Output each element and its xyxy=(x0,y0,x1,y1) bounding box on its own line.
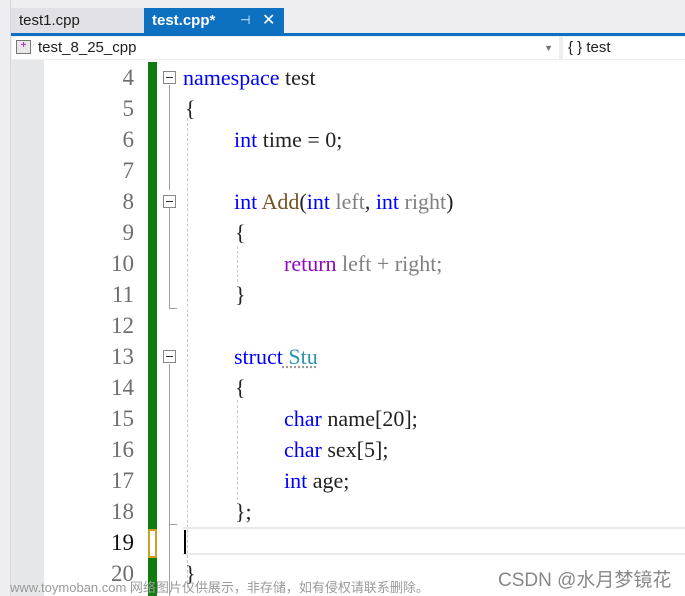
line-number: 17 xyxy=(111,468,134,493)
site-watermark: www.toymoban.com 网络图片仅供展示，非存储，如有侵权请联系删除。 xyxy=(10,580,429,595)
line-number: 10 xyxy=(111,251,134,276)
keyword: struct xyxy=(234,344,283,369)
line-number: 11 xyxy=(111,282,134,307)
brace: { xyxy=(235,375,246,400)
keyword: return xyxy=(284,251,337,276)
tab-label: test1.cpp xyxy=(19,12,80,29)
code-line: 9 { xyxy=(11,217,685,248)
keyword: int xyxy=(284,468,308,493)
statement: sex[5]; xyxy=(321,437,389,462)
brace: { xyxy=(235,220,246,245)
brace: { xyxy=(185,96,196,121)
scope-dropdown[interactable]: { } test xyxy=(563,37,685,59)
line-number: 7 xyxy=(122,158,135,183)
left-edge xyxy=(0,0,11,596)
paren: ( xyxy=(299,189,307,214)
code-line: 16 char sex[5]; xyxy=(11,434,685,465)
line-number: 19 xyxy=(111,530,134,555)
keyword: char xyxy=(284,406,322,431)
line-number: 5 xyxy=(122,96,135,121)
line-number: 15 xyxy=(111,406,134,431)
line-number: 4 xyxy=(122,65,135,90)
code-line: 14 { xyxy=(11,372,685,403)
code-line: 7 xyxy=(11,155,685,186)
keyword: char xyxy=(284,437,322,462)
statement: left + right; xyxy=(336,251,443,276)
parameter: left xyxy=(329,189,365,214)
code-line: 17 int age; xyxy=(11,465,685,496)
line-number: 9 xyxy=(122,220,135,245)
keyword: int xyxy=(306,189,330,214)
code-line: 8 int Add(int left, int right) xyxy=(11,186,685,217)
tab-test1-cpp[interactable]: test1.cpp xyxy=(11,8,144,33)
line-number: 8 xyxy=(122,189,135,214)
brace: }; xyxy=(235,499,252,524)
navigation-bar: + test_8_25_cpp ▼ { } test xyxy=(11,36,685,60)
code-line: 5 { xyxy=(11,93,685,124)
identifier: test xyxy=(279,65,316,90)
line-number: 16 xyxy=(111,437,134,462)
statement: age; xyxy=(307,468,350,493)
code-editor[interactable]: 4 namespace test 5 { 6 int time = 0; 7 8… xyxy=(11,60,685,596)
project-icon: + xyxy=(16,40,31,54)
code-line: 13 struct Stu xyxy=(11,341,685,372)
function-name: Add xyxy=(257,189,300,214)
keyword: int xyxy=(234,189,258,214)
line-number: 18 xyxy=(111,499,134,524)
author-watermark: CSDN @水月梦镜花 xyxy=(498,570,672,591)
code-line: 4 namespace test xyxy=(11,62,685,93)
scope-label: { } test xyxy=(568,39,611,56)
line-number: 13 xyxy=(111,344,134,369)
tab-label: test.cpp* xyxy=(152,12,216,29)
line-number: 6 xyxy=(122,127,135,152)
brace: } xyxy=(235,282,246,307)
comma: , xyxy=(364,189,376,214)
tab-test-cpp[interactable]: test.cpp* ⊣ ✕ xyxy=(144,8,284,33)
paren: ) xyxy=(446,189,454,214)
statement: time = 0; xyxy=(257,127,343,152)
chevron-down-icon[interactable]: ▼ xyxy=(544,37,553,59)
line-number: 12 xyxy=(111,313,134,338)
code-line: 12 xyxy=(11,310,685,341)
keyword: namespace xyxy=(183,65,280,90)
close-icon[interactable]: ✕ xyxy=(262,8,275,33)
code-line: 6 int time = 0; xyxy=(11,124,685,155)
line-number: 14 xyxy=(111,375,134,400)
type-name: Stu xyxy=(282,344,318,369)
code-line: 10 return left + right; xyxy=(11,248,685,279)
code-line-current: 19 xyxy=(11,527,685,558)
pin-icon[interactable]: ⊣ xyxy=(240,8,250,33)
project-dropdown[interactable]: + test_8_25_cpp ▼ xyxy=(12,37,559,59)
project-label: test_8_25_cpp xyxy=(38,39,137,56)
keyword: int xyxy=(234,127,258,152)
parameter: right xyxy=(399,189,447,214)
code-line: 11 } xyxy=(11,279,685,310)
code-line: 15 char name[20]; xyxy=(11,403,685,434)
document-tab-bar: test1.cpp test.cpp* ⊣ ✕ xyxy=(11,8,685,35)
code-line: 18 }; xyxy=(11,496,685,527)
keyword: int xyxy=(375,189,400,214)
statement: name[20]; xyxy=(321,406,418,431)
